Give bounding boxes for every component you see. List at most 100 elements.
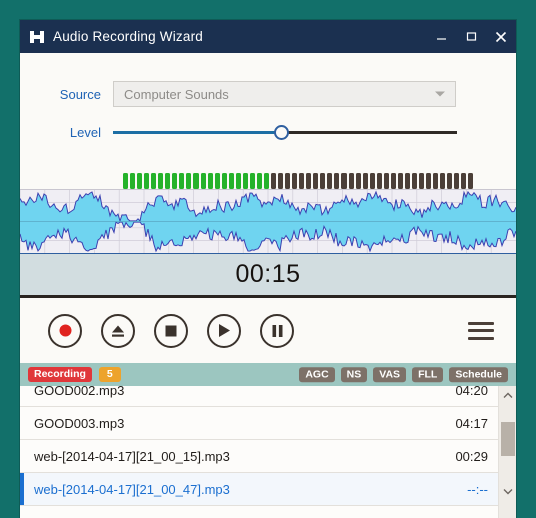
vu-segment — [397, 173, 403, 189]
level-row: Level — [20, 123, 516, 141]
vu-segment — [256, 173, 262, 189]
slider-fill — [113, 131, 282, 134]
window-controls — [426, 20, 516, 53]
vu-segment — [235, 173, 241, 189]
scrollbar[interactable] — [498, 386, 516, 518]
level-slider[interactable] — [113, 123, 457, 141]
file-name: GOOD003.mp3 — [34, 415, 125, 431]
table-row[interactable]: GOOD003.mp3 04:17 — [20, 407, 498, 440]
file-name: web-[2014-04-17][21_00_47].mp3 — [34, 481, 230, 497]
play-icon — [219, 324, 230, 337]
table-row[interactable]: web-[2014-04-17][21_00_47].mp3 --:-- — [20, 473, 498, 506]
vu-segment — [151, 173, 157, 189]
vu-segment — [454, 173, 460, 189]
hamburger-icon — [468, 321, 494, 325]
vu-segment — [369, 173, 375, 189]
vu-segment — [270, 173, 277, 189]
vu-segment — [179, 173, 185, 189]
record-icon — [59, 324, 71, 337]
status-bar: Recording 5 AGC NS VAS FLL Schedule — [20, 363, 516, 386]
scroll-down-icon[interactable] — [499, 482, 516, 500]
file-duration: 04:20 — [455, 386, 488, 398]
vu-segment — [306, 173, 312, 189]
file-duration: --:-- — [467, 481, 488, 497]
option-badge[interactable]: AGC — [299, 366, 335, 383]
vu-segment — [158, 173, 164, 189]
vu-segment — [404, 173, 410, 189]
vu-segment — [165, 173, 171, 189]
stop-button[interactable] — [154, 313, 188, 348]
hamburger-icon — [468, 329, 494, 332]
vu-segment — [447, 173, 453, 189]
vu-segment — [418, 173, 425, 189]
close-icon[interactable] — [486, 20, 516, 53]
vu-segment — [285, 173, 291, 189]
vu-segment — [383, 173, 389, 189]
vu-segment — [334, 173, 340, 189]
app-window: Audio Recording Wizard Source Computer S… — [20, 20, 516, 518]
vu-segment — [313, 173, 319, 189]
pause-button[interactable] — [260, 313, 294, 348]
source-select-value: Computer Sounds — [124, 86, 229, 102]
count-badge: 5 — [98, 366, 121, 383]
vu-segment — [411, 173, 417, 189]
file-name: GOOD002.mp3 — [34, 386, 125, 398]
vu-segment — [362, 173, 368, 189]
app-icon — [30, 30, 44, 44]
vu-segment — [433, 173, 439, 189]
option-badge[interactable]: Schedule — [449, 366, 508, 383]
menu-button[interactable] — [468, 320, 494, 342]
vu-segment — [461, 173, 467, 189]
title-bar: Audio Recording Wizard — [20, 20, 516, 53]
option-badge[interactable]: NS — [340, 366, 368, 383]
vu-segment — [242, 173, 248, 189]
controls-panel: Source Computer Sounds Level — [20, 53, 516, 189]
vu-segment — [200, 173, 206, 189]
record-button[interactable] — [48, 313, 82, 348]
timer-panel: 00:15 — [20, 254, 516, 298]
file-duration: 00:29 — [455, 448, 488, 464]
source-select[interactable]: Computer Sounds — [113, 81, 456, 107]
maximize-icon[interactable] — [456, 20, 486, 53]
status-badge: Recording — [28, 366, 92, 383]
file-list[interactable]: GOOD002.mp3 04:20 GOOD003.mp3 04:17 web-[201… — [20, 386, 516, 518]
play-button[interactable] — [207, 313, 241, 348]
vu-segment — [355, 173, 361, 189]
vu-segment — [263, 173, 269, 189]
file-name: web-[2014-04-17][21_00_15].mp3 — [34, 448, 230, 464]
vu-segment — [144, 173, 150, 189]
option-badge[interactable]: VAS — [373, 366, 407, 383]
option-badge[interactable]: FLL — [412, 366, 444, 383]
eject-icon — [112, 325, 124, 337]
vu-segment — [468, 173, 474, 189]
eject-button[interactable] — [101, 313, 135, 348]
vu-segment — [426, 173, 432, 189]
source-row: Source Computer Sounds — [20, 81, 516, 107]
vu-segment — [278, 173, 284, 189]
minimize-icon[interactable] — [426, 20, 456, 53]
scroll-up-icon[interactable] — [499, 386, 516, 404]
level-label: Level — [69, 124, 101, 140]
vu-segment — [172, 173, 178, 189]
vu-segment — [348, 173, 354, 189]
waveform-display[interactable] — [20, 189, 516, 254]
vu-segment — [320, 173, 326, 189]
table-row[interactable]: GOOD002.mp3 04:20 — [20, 386, 498, 407]
vu-segment — [186, 173, 192, 189]
table-row[interactable]: web-[2014-04-17][21_00_15].mp3 00:29 — [20, 440, 498, 473]
transport-bar — [20, 298, 516, 363]
stop-icon — [165, 325, 177, 336]
vu-segment — [390, 173, 396, 189]
slider-thumb[interactable] — [274, 125, 290, 140]
vu-segment — [130, 173, 136, 189]
window-title: Audio Recording Wizard — [53, 29, 203, 44]
vu-segment — [292, 173, 298, 189]
vu-segment — [228, 173, 234, 189]
vu-segment — [376, 173, 382, 189]
vu-segment — [137, 173, 143, 189]
vu-segment — [327, 173, 333, 189]
waveform-canvas — [20, 190, 516, 253]
pause-icon — [272, 324, 282, 337]
scrollbar-thumb[interactable] — [501, 422, 515, 456]
vu-segment — [249, 173, 255, 189]
